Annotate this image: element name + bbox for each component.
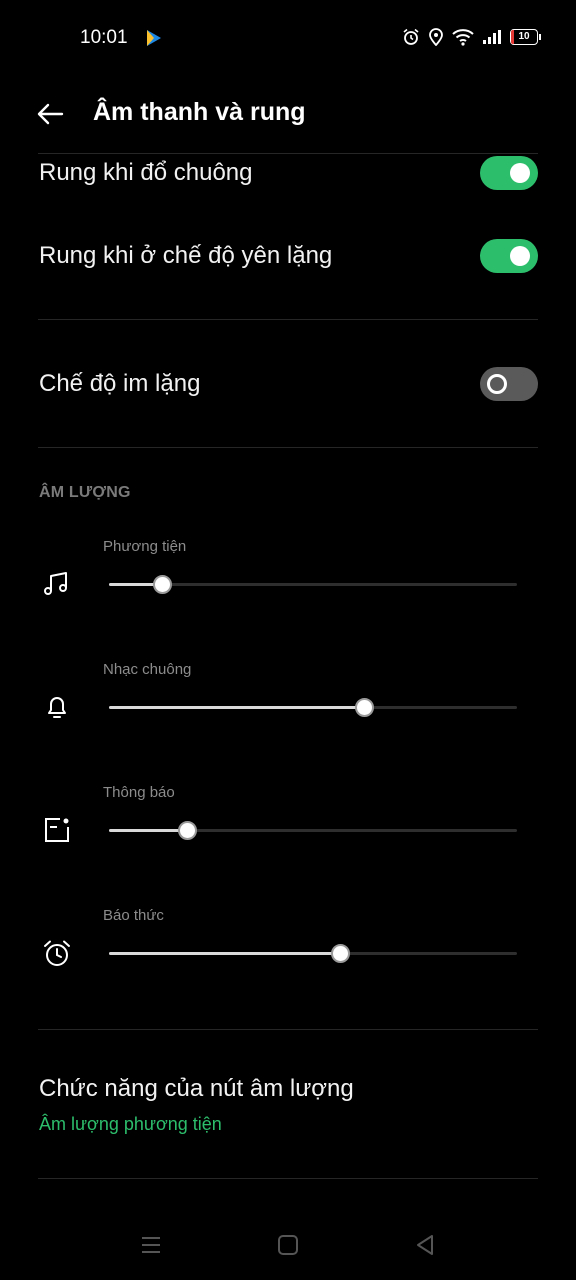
notification-volume-thumb[interactable] bbox=[177, 821, 197, 840]
volume-button-function-value: Âm lượng phương tiện bbox=[39, 1114, 222, 1134]
media-volume-slider[interactable] bbox=[109, 575, 517, 594]
app-notification-icon bbox=[147, 30, 161, 46]
status-time: 10:01 bbox=[80, 27, 128, 48]
vibrate-ring-toggle[interactable] bbox=[480, 156, 538, 190]
page-title: Âm thanh và rung bbox=[93, 98, 306, 126]
media-volume-label: Phương tiện bbox=[103, 538, 187, 555]
section-divider bbox=[38, 1178, 538, 1179]
back-nav-icon[interactable] bbox=[412, 1232, 438, 1258]
section-divider bbox=[38, 1029, 538, 1030]
section-divider bbox=[38, 319, 538, 320]
menu-icon[interactable] bbox=[138, 1232, 164, 1258]
ringtone-volume-slider[interactable] bbox=[109, 698, 517, 717]
notification-volume-slider[interactable] bbox=[109, 821, 517, 840]
ringtone-volume-thumb[interactable] bbox=[355, 698, 374, 717]
alarm-volume-slider[interactable] bbox=[109, 944, 517, 963]
volume-button-function-label[interactable]: Chức năng của nút âm lượng bbox=[39, 1075, 354, 1103]
vibrate-silent-label: Rung khi ở chế độ yên lặng bbox=[39, 242, 333, 269]
battery-icon: 10 bbox=[510, 29, 541, 45]
volume-section-header: ÂM LƯỢNG bbox=[39, 484, 131, 501]
signal-icon bbox=[483, 30, 501, 44]
vibrate-silent-toggle[interactable] bbox=[480, 239, 538, 273]
alarm-status-icon bbox=[403, 28, 419, 45]
notification-volume-label: Thông báo bbox=[103, 784, 175, 801]
battery-level: 10 bbox=[518, 31, 530, 42]
section-divider bbox=[38, 447, 538, 448]
media-volume-thumb[interactable] bbox=[153, 575, 173, 594]
alarm-volume-thumb[interactable] bbox=[330, 944, 350, 963]
alarm-volume-label: Báo thức bbox=[103, 907, 164, 924]
back-arrow-icon[interactable] bbox=[34, 98, 66, 130]
vibrate-ring-label: Rung khi đổ chuông bbox=[39, 159, 253, 186]
ringtone-volume-label: Nhạc chuông bbox=[103, 661, 192, 678]
notification-icon bbox=[45, 818, 69, 842]
wifi-icon bbox=[452, 29, 474, 46]
location-icon bbox=[429, 28, 443, 46]
home-icon[interactable] bbox=[275, 1232, 301, 1258]
header-divider bbox=[38, 153, 538, 154]
music-note-icon bbox=[44, 572, 67, 595]
silent-mode-toggle[interactable] bbox=[480, 367, 538, 401]
silent-mode-label: Chế độ im lặng bbox=[39, 370, 201, 397]
status-icons: 10 bbox=[402, 28, 541, 46]
alarm-clock-icon bbox=[44, 940, 70, 966]
bell-icon bbox=[48, 697, 66, 718]
